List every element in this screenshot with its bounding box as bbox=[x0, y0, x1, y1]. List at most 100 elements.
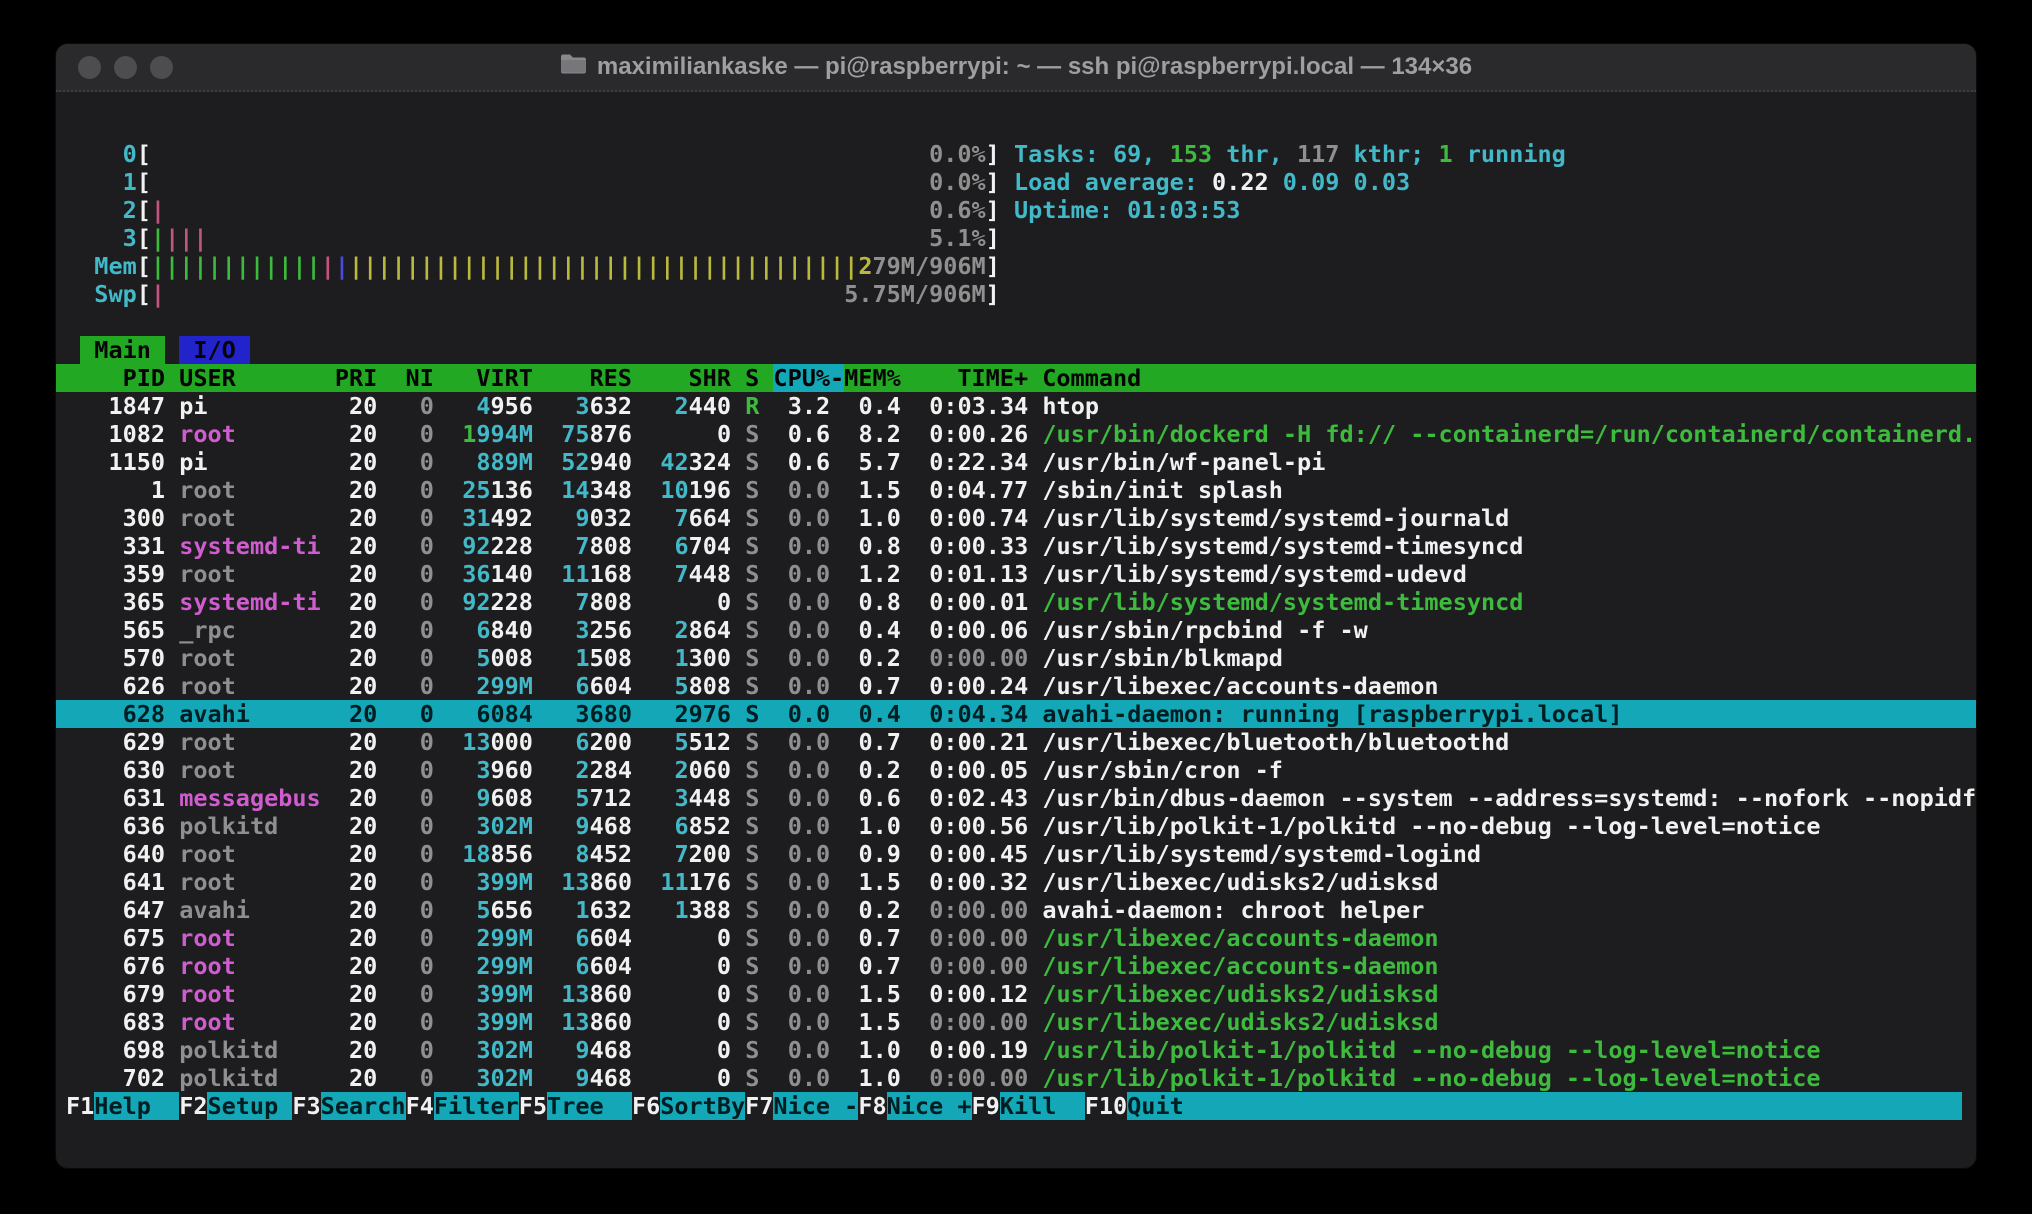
state-cell: S bbox=[745, 868, 759, 896]
text-segment bbox=[377, 532, 391, 560]
minimize-button[interactable] bbox=[114, 56, 137, 79]
text-segment bbox=[632, 672, 646, 700]
text-segment bbox=[632, 448, 646, 476]
text-segment bbox=[646, 756, 674, 784]
fnkey-f5[interactable]: F5Tree bbox=[519, 1092, 632, 1120]
process-row-365[interactable]: 365 systemd-ti 20 0 92228 7808 0 S 0.0 0… bbox=[56, 588, 1976, 616]
text-segment bbox=[165, 560, 179, 588]
process-row-626[interactable]: 626 root 20 0 299M 6604 5808 S 0.0 0.7 0… bbox=[56, 672, 1976, 700]
text-segment bbox=[901, 1008, 915, 1036]
text-segment bbox=[377, 728, 391, 756]
process-row-630[interactable]: 630 root 20 0 3960 2284 2060 S 0.0 0.2 0… bbox=[56, 756, 1976, 784]
process-row-1150[interactable]: 1150 pi 20 0 889M 52940 42324 S 0.6 5.7 … bbox=[56, 448, 1976, 476]
process-row-1847[interactable]: 1847 pi 20 0 4956 3632 2440 R 3.2 0.4 0:… bbox=[56, 392, 1976, 420]
process-row-676[interactable]: 676 root 20 0 299M 6604 0 S 0.0 0.7 0:00… bbox=[56, 952, 1976, 980]
text-segment bbox=[731, 756, 745, 784]
text-segment: 632 bbox=[590, 896, 632, 924]
fnkey-f2[interactable]: F2Setup bbox=[179, 1092, 292, 1120]
cpu-cell: 0.0 bbox=[774, 1064, 831, 1092]
text-segment bbox=[321, 924, 335, 952]
text-segment bbox=[830, 868, 844, 896]
fnkey-f1[interactable]: F1Help bbox=[66, 1092, 179, 1120]
time-cell: 0:00.05 bbox=[915, 756, 1028, 784]
time-cell: 0:00.00 bbox=[915, 1008, 1028, 1036]
process-row-698[interactable]: 698 polkitd 20 0 302M 9468 0 S 0.0 1.0 0… bbox=[56, 1036, 1976, 1064]
text-segment bbox=[165, 784, 179, 812]
process-row-631[interactable]: 631 messagebus 20 0 9608 5712 3448 S 0.0… bbox=[56, 784, 1976, 812]
fnkey-f8[interactable]: F8Nice + bbox=[858, 1092, 971, 1120]
fnkey-f4[interactable]: F4Filter bbox=[406, 1092, 519, 1120]
fnkey-f7[interactable]: F7Nice - bbox=[745, 1092, 858, 1120]
text-segment bbox=[208, 224, 930, 252]
text-segment bbox=[547, 1036, 575, 1064]
text-segment bbox=[165, 840, 179, 868]
process-row-628[interactable]: 628 avahi 20 0 6084 3680 2976 S 0.0 0.4 … bbox=[56, 700, 1976, 728]
text-segment bbox=[434, 756, 448, 784]
process-row-683[interactable]: 683 root 20 0 399M 13860 0 S 0.0 1.5 0:0… bbox=[56, 1008, 1976, 1036]
text-segment bbox=[901, 504, 915, 532]
mem-cell: 0.7 bbox=[844, 672, 901, 700]
sort-column-header[interactable]: CPU%- bbox=[773, 364, 844, 392]
tab-io[interactable]: I/O bbox=[179, 336, 250, 364]
process-row-300[interactable]: 300 root 20 0 31492 9032 7664 S 0.0 1.0 … bbox=[56, 504, 1976, 532]
state-cell: S bbox=[745, 924, 759, 952]
process-row-1[interactable]: 1 root 20 0 25136 14348 10196 S 0.0 1.5 … bbox=[56, 476, 1976, 504]
window-controls bbox=[78, 44, 173, 90]
ni-cell: 0 bbox=[391, 504, 433, 532]
process-row-702[interactable]: 702 polkitd 20 0 302M 9468 0 S 0.0 1.0 0… bbox=[56, 1064, 1976, 1092]
process-row-565[interactable]: 565 _rpc 20 0 6840 3256 2864 S 0.0 0.4 0… bbox=[56, 616, 1976, 644]
process-row-641[interactable]: 641 root 20 0 399M 13860 11176 S 0.0 1.5… bbox=[56, 868, 1976, 896]
process-row-679[interactable]: 679 root 20 0 399M 13860 0 S 0.0 1.5 0:0… bbox=[56, 980, 1976, 1008]
ni-cell: 0 bbox=[391, 420, 433, 448]
mem-cell: 1.2 bbox=[844, 560, 901, 588]
text-segment: 808 bbox=[590, 532, 632, 560]
text-segment bbox=[830, 840, 844, 868]
fnkey-f6[interactable]: F6SortBy bbox=[632, 1092, 745, 1120]
mem-cell: 0.6 bbox=[844, 784, 901, 812]
text-segment bbox=[547, 532, 575, 560]
mem-cell: 1.0 bbox=[844, 1036, 901, 1064]
process-row-675[interactable]: 675 root 20 0 299M 6604 0 S 0.0 0.7 0:00… bbox=[56, 924, 1976, 952]
process-row-629[interactable]: 629 root 20 0 13000 6200 5512 S 0.0 0.7 … bbox=[56, 728, 1976, 756]
zoom-button[interactable] bbox=[150, 56, 173, 79]
text-segment bbox=[731, 392, 745, 420]
time-cell: 0:00.33 bbox=[915, 532, 1028, 560]
fnkey-f10[interactable]: F10Quit bbox=[1085, 1092, 1962, 1120]
cpu-cell: 0.6 bbox=[774, 448, 831, 476]
process-row-647[interactable]: 647 avahi 20 0 5656 1632 1388 S 0.0 0.2 … bbox=[56, 896, 1976, 924]
text-segment bbox=[759, 1036, 773, 1064]
text-segment bbox=[533, 392, 547, 420]
ni-cell: 0 bbox=[391, 784, 433, 812]
table-header[interactable]: PID USER PRI NI VIRT RES SHR S CPU%-MEM%… bbox=[56, 364, 1976, 392]
pri-cell: 20 bbox=[335, 644, 377, 672]
titlebar[interactable]: maximiliankaske — pi@raspberrypi: ~ — ss… bbox=[56, 44, 1976, 92]
mem-meter-label: Mem bbox=[66, 252, 137, 280]
text-segment bbox=[321, 504, 335, 532]
mem-cell: 5.7 bbox=[844, 448, 901, 476]
text-segment bbox=[901, 896, 915, 924]
text-segment bbox=[759, 700, 773, 728]
text-segment bbox=[646, 1008, 717, 1036]
text-segment bbox=[632, 420, 646, 448]
process-row-570[interactable]: 570 root 20 0 5008 1508 1300 S 0.0 0.2 0… bbox=[56, 644, 1976, 672]
tab-main[interactable]: Main bbox=[80, 336, 165, 364]
text-segment bbox=[901, 924, 915, 952]
fnkey-f3[interactable]: F3Search bbox=[292, 1092, 405, 1120]
pid-cell: 630 bbox=[66, 756, 165, 784]
text-segment bbox=[731, 1036, 745, 1064]
text-segment bbox=[321, 420, 335, 448]
text-segment bbox=[377, 672, 391, 700]
fnkey-label: Help bbox=[94, 1092, 179, 1120]
text-segment: 994M bbox=[476, 420, 533, 448]
process-row-636[interactable]: 636 polkitd 20 0 302M 9468 6852 S 0.0 1.… bbox=[56, 812, 1976, 840]
process-row-359[interactable]: 359 root 20 0 36140 11168 7448 S 0.0 1.2… bbox=[56, 560, 1976, 588]
time-cell: 0:00.21 bbox=[915, 728, 1028, 756]
text-segment bbox=[731, 504, 745, 532]
process-row-640[interactable]: 640 root 20 0 18856 8452 7200 S 0.0 0.9 … bbox=[56, 840, 1976, 868]
process-row-331[interactable]: 331 systemd-ti 20 0 92228 7808 6704 S 0.… bbox=[56, 532, 1976, 560]
close-button[interactable] bbox=[78, 56, 101, 79]
process-row-1082[interactable]: 1082 root 20 0 1994M 75876 0 S 0.6 8.2 0… bbox=[56, 420, 1976, 448]
text-segment: 608 bbox=[491, 784, 533, 812]
function-key-bar: F1Help F2Setup F3SearchF4FilterF5Tree F6… bbox=[56, 1092, 1976, 1120]
fnkey-f9[interactable]: F9Kill bbox=[972, 1092, 1085, 1120]
